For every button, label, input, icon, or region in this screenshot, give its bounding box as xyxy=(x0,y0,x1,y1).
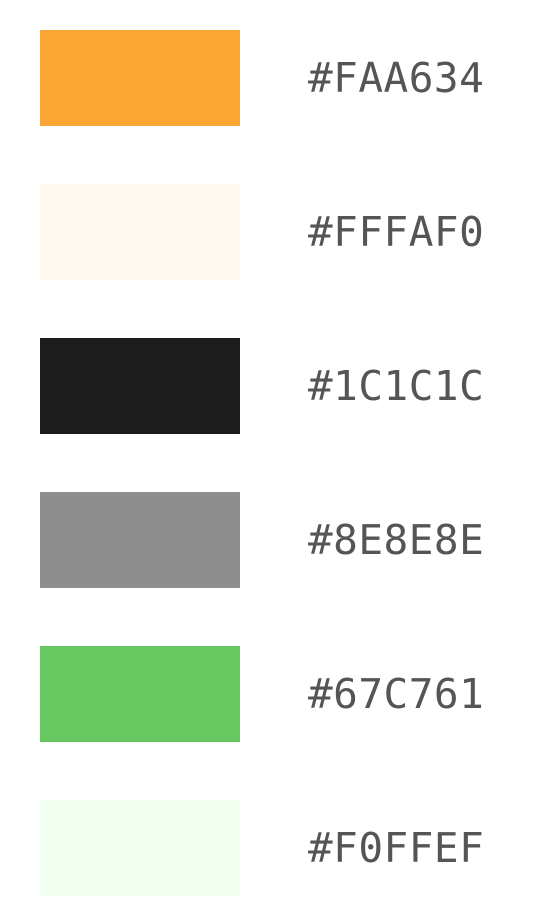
hex-label-mint: #F0FFEF xyxy=(308,824,485,872)
color-swatch-green xyxy=(40,646,240,742)
color-swatch-gray xyxy=(40,492,240,588)
color-swatch-cream xyxy=(40,184,240,280)
color-swatch-orange xyxy=(40,30,240,126)
palette-row-cream: #FFFAF0 xyxy=(40,184,520,280)
hex-label-orange: #FAA634 xyxy=(308,54,485,102)
palette-row-orange: #FAA634 xyxy=(40,30,520,126)
color-swatch-mint xyxy=(40,800,240,896)
palette-row-black: #1C1C1C xyxy=(40,338,520,434)
color-swatch-black xyxy=(40,338,240,434)
palette-row-green: #67C761 xyxy=(40,646,520,742)
color-palette: #FAA634 #FFFAF0 #1C1C1C #8E8E8E #67C761 … xyxy=(40,30,520,896)
hex-label-green: #67C761 xyxy=(308,670,485,718)
palette-row-gray: #8E8E8E xyxy=(40,492,520,588)
palette-row-mint: #F0FFEF xyxy=(40,800,520,896)
hex-label-gray: #8E8E8E xyxy=(308,516,485,564)
hex-label-cream: #FFFAF0 xyxy=(308,208,485,256)
hex-label-black: #1C1C1C xyxy=(308,362,485,410)
